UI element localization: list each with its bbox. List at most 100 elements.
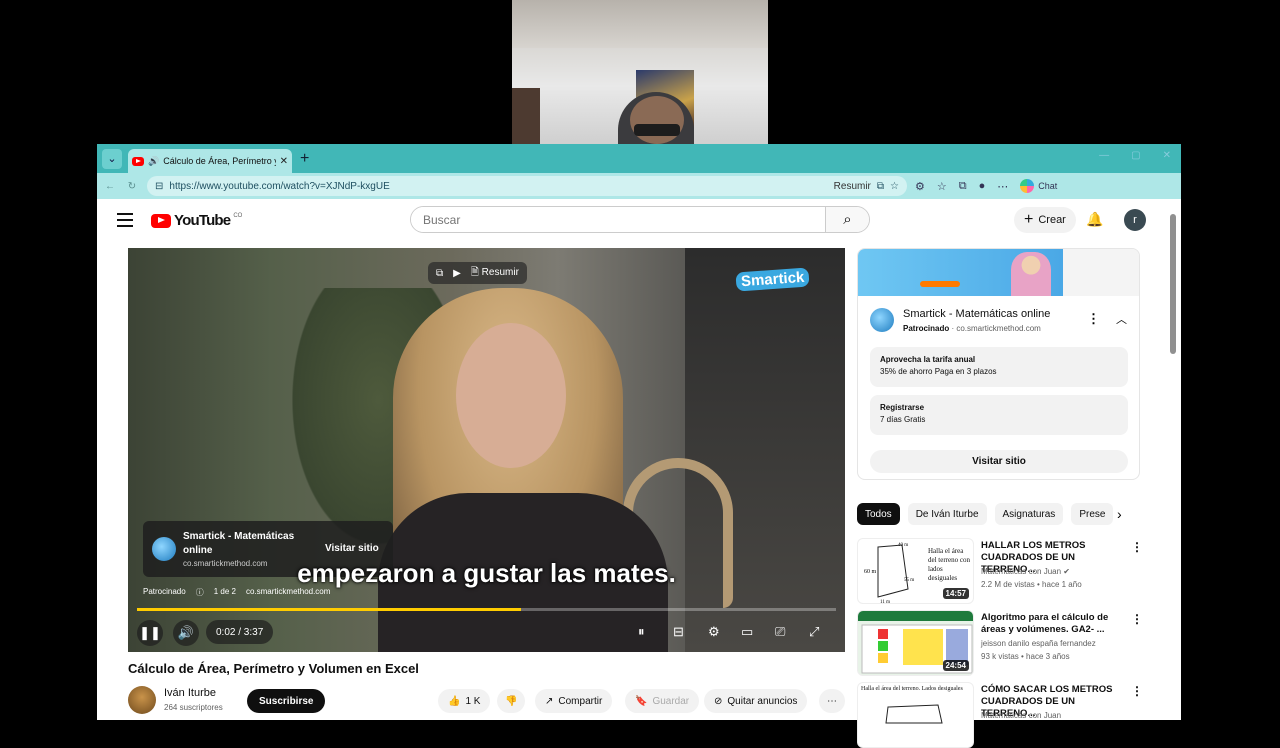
- ad-count: 1 de 2: [213, 587, 236, 596]
- ad-info-url[interactable]: co.smartickmethod.com: [246, 587, 330, 598]
- chip-channel[interactable]: De Iván Iturbe: [907, 503, 987, 525]
- svg-text:55 m: 55 m: [904, 578, 914, 583]
- tab-bar: ⌄ 🔊 Cálculo de Área, Perímetro y V ✕ + —…: [97, 144, 1181, 173]
- save-button[interactable]: 🔖 Guardar: [625, 689, 700, 713]
- url-field[interactable]: ⊟ https://www.youtube.com/watch?v=XJNdP-…: [147, 176, 907, 196]
- ad-advertiser-name: Smartick - Matemáticas online: [183, 531, 295, 556]
- channel-name[interactable]: Iván Iturbe: [164, 687, 216, 699]
- channel-label: Matemáticas con Juan: [981, 567, 1062, 576]
- back-icon[interactable]: ←: [103, 181, 117, 192]
- more-icon[interactable]: ⋯: [997, 180, 1008, 193]
- channel-name[interactable]: Matemáticas con Juan: [981, 711, 1061, 720]
- share-button[interactable]: ↗ Compartir: [535, 689, 613, 713]
- plus-icon: +: [1024, 211, 1034, 228]
- video-title[interactable]: Algoritmo para el cálculo de áreas y vol…: [981, 612, 1126, 636]
- list-item[interactable]: Halla el área del terreno. Lados desigua…: [857, 682, 1143, 748]
- theater-mode-icon[interactable]: ▭: [741, 624, 753, 640]
- subscribe-button[interactable]: Suscribirse: [247, 689, 326, 713]
- playlist-icon[interactable]: ▶: [453, 268, 461, 279]
- save-label: Guardar: [652, 695, 690, 707]
- volume-icon[interactable]: 🔊: [173, 620, 199, 646]
- offer-title: Registrarse: [880, 403, 925, 412]
- video-thumbnail[interactable]: 24:54: [857, 610, 974, 676]
- site-info-icon[interactable]: ⊟: [155, 181, 163, 192]
- video-player[interactable]: Smartick ⧉ ▶ 🗎 Resumir Smartick - Matemá…: [128, 248, 845, 652]
- like-count: 1 K: [465, 695, 481, 707]
- video-thumbnail[interactable]: Halla el área del terreno. Lados desigua…: [857, 682, 974, 748]
- account-avatar[interactable]: r: [1124, 209, 1146, 231]
- video-thumbnail[interactable]: 60 m 40 m 55 m 11 m Halla el área del te…: [857, 538, 974, 604]
- maximize-icon[interactable]: ▢: [1131, 150, 1140, 161]
- search-input[interactable]: [411, 207, 825, 232]
- logo-country: CO: [233, 212, 243, 219]
- chip-todos[interactable]: Todos: [857, 503, 900, 525]
- like-button[interactable]: 👍 1 K: [438, 689, 491, 713]
- autoplay-toggle-icon[interactable]: ⏸: [638, 624, 645, 640]
- ad-panel-url: co.smartickmethod.com: [956, 324, 1041, 333]
- webcam-overlay: [512, 0, 768, 144]
- list-item[interactable]: 60 m 40 m 55 m 11 m Halla el área del te…: [857, 538, 1143, 604]
- resumir-overlay-button[interactable]: 🗎 Resumir: [471, 265, 519, 282]
- fullscreen-icon[interactable]: ⤢: [809, 624, 819, 640]
- list-item[interactable]: 24:54 Algoritmo para el cálculo de áreas…: [857, 610, 1143, 676]
- info-icon[interactable]: ⓘ: [196, 587, 204, 598]
- channel-name[interactable]: Matemáticas con Juan ✔: [981, 567, 1070, 576]
- bookmark-icon: 🔖: [635, 695, 648, 707]
- notifications-bell-icon[interactable]: 🔔: [1086, 211, 1103, 228]
- ad-offer-register[interactable]: Registrarse 7 días Gratis: [870, 395, 1128, 435]
- settings-gear-icon[interactable]: ⚙: [708, 624, 720, 640]
- minimize-icon[interactable]: —: [1099, 150, 1109, 161]
- menu-icon[interactable]: [117, 213, 133, 231]
- new-tab-icon[interactable]: +: [300, 150, 309, 168]
- ad-visit-button[interactable]: Visitar sitio: [325, 543, 379, 554]
- channel-avatar[interactable]: [128, 686, 156, 714]
- more-vert-icon[interactable]: ⋮: [1087, 311, 1100, 327]
- progress-bar[interactable]: [137, 608, 836, 611]
- copilot-chat-button[interactable]: Chat: [1020, 179, 1057, 193]
- svg-text:60 m: 60 m: [864, 569, 877, 575]
- extension-icon[interactable]: ⚙: [915, 180, 925, 193]
- chip-presentations[interactable]: Prese: [1071, 503, 1114, 525]
- channel-name[interactable]: jeisson danilo españa fernandez: [981, 639, 1096, 648]
- dislike-button[interactable]: 👎: [497, 689, 526, 713]
- close-window-icon[interactable]: ✕: [1163, 150, 1171, 161]
- collections-icon[interactable]: ⧉: [959, 180, 967, 193]
- ad-banner-image[interactable]: [858, 249, 1063, 296]
- chip-subjects[interactable]: Asignaturas: [994, 503, 1064, 525]
- remove-ads-button[interactable]: ⊘ Quitar anuncios: [704, 689, 808, 713]
- more-vert-icon[interactable]: ⋮: [1131, 540, 1143, 554]
- subtitles-icon[interactable]: ⊟: [673, 624, 684, 640]
- offer-desc: 7 días Gratis: [880, 415, 926, 424]
- miniplayer-icon[interactable]: ⧉: [436, 268, 443, 279]
- more-actions-icon[interactable]: ⋯: [819, 689, 845, 713]
- create-button[interactable]: + Crear: [1014, 207, 1076, 233]
- pause-icon[interactable]: ❚❚: [137, 620, 163, 646]
- ad-sponsored-label: Patrocinado: [143, 587, 186, 596]
- tab-actions-chevron-icon[interactable]: ⌄: [102, 148, 122, 169]
- youtube-logo[interactable]: YouTube CO: [151, 212, 242, 229]
- resumir-button[interactable]: Resumir: [834, 181, 871, 192]
- refresh-icon[interactable]: ↻: [125, 181, 139, 192]
- ad-panel-title[interactable]: Smartick - Matemáticas online: [903, 308, 1050, 320]
- search-icon[interactable]: ⌕: [825, 207, 869, 232]
- favorites-icon[interactable]: ☆: [937, 180, 947, 193]
- chevron-up-icon[interactable]: ︿: [1116, 311, 1127, 327]
- favorite-star-icon[interactable]: ☆: [890, 181, 899, 192]
- ad-panel-visit-button[interactable]: Visitar sitio: [870, 450, 1128, 473]
- filter-chips: Todos De Iván Iturbe Asignaturas Prese: [857, 503, 1140, 525]
- ad-offer-annual[interactable]: Aprovecha la tarifa anual 35% de ahorro …: [870, 347, 1128, 387]
- more-vert-icon[interactable]: ⋮: [1131, 612, 1143, 626]
- subscriber-count: 264 suscriptores: [164, 703, 223, 712]
- reader-icon[interactable]: ⧉: [877, 181, 884, 192]
- cast-icon[interactable]: ⎚: [775, 624, 785, 640]
- copilot-icon: [1020, 179, 1035, 193]
- more-vert-icon[interactable]: ⋮: [1131, 684, 1143, 698]
- close-tab-icon[interactable]: ✕: [280, 156, 288, 167]
- block-icon: ⊘: [714, 695, 723, 707]
- tab-youtube[interactable]: 🔊 Cálculo de Área, Perímetro y V ✕: [128, 149, 292, 173]
- chevron-right-icon[interactable]: ›: [1117, 506, 1122, 522]
- share-icon: ↗: [545, 695, 554, 707]
- page-scrollbar[interactable]: [1170, 212, 1176, 716]
- player-top-bar: ⧉ ▶ 🗎 Resumir: [428, 262, 527, 284]
- profile-icon[interactable]: ●: [979, 180, 986, 192]
